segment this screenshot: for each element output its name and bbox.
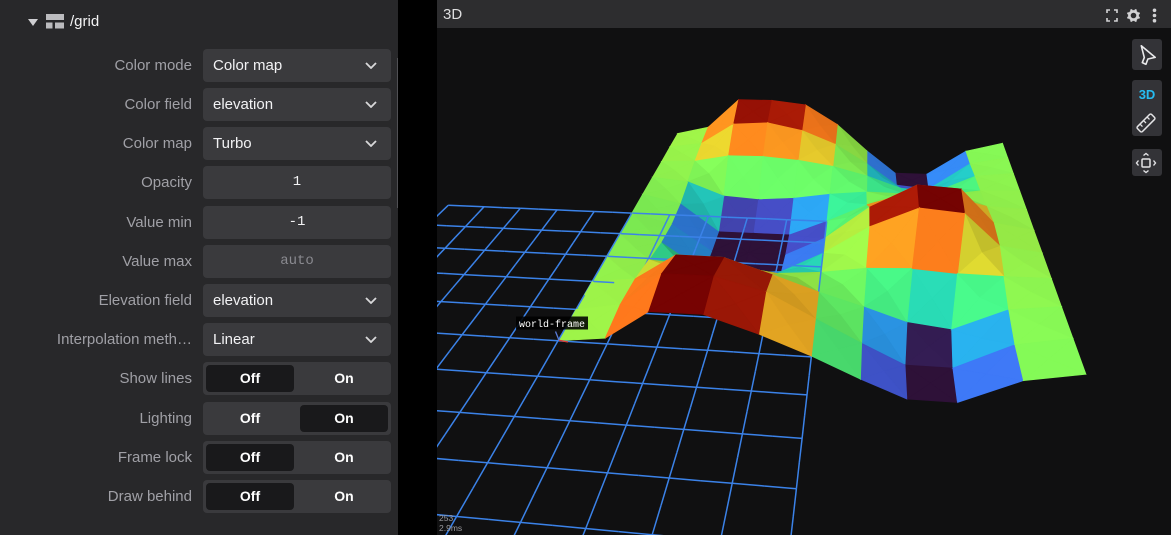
svg-text:world-frame: world-frame (519, 319, 585, 331)
